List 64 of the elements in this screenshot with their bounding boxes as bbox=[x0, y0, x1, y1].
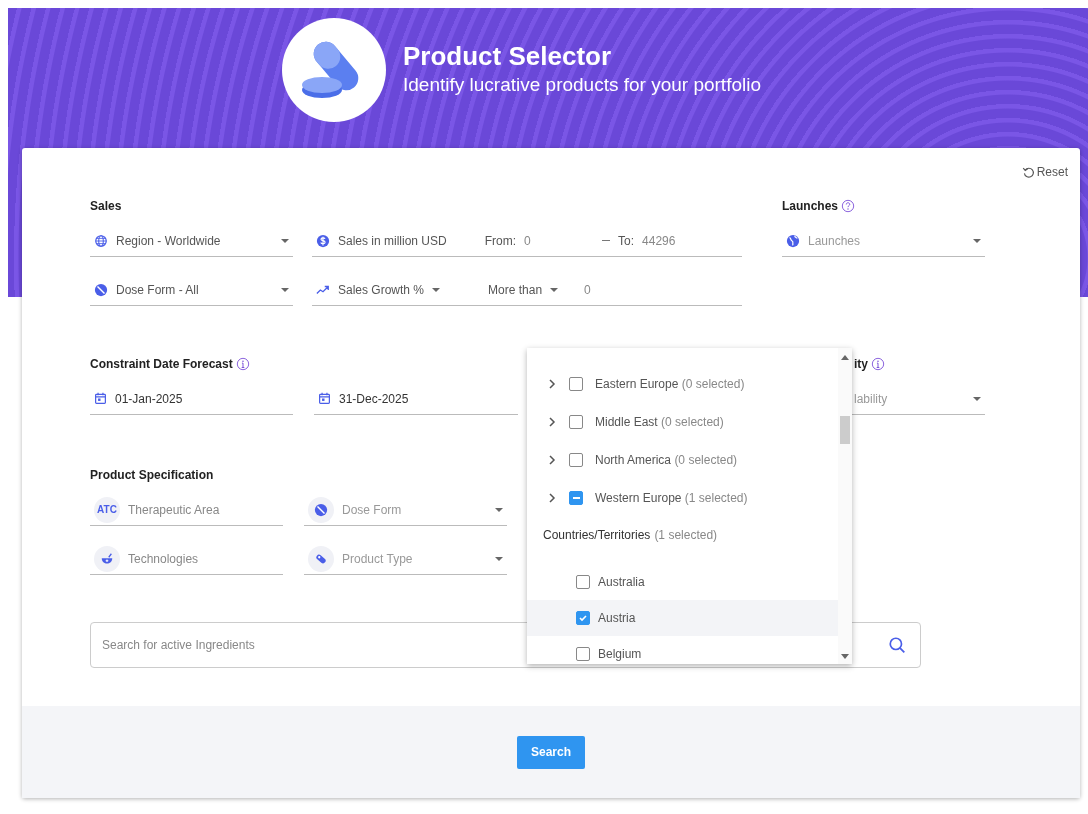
check-mark bbox=[578, 613, 588, 623]
section-label: Launches bbox=[782, 198, 838, 215]
date-input[interactable]: 01-Jan-2025 bbox=[115, 391, 235, 406]
info-icon bbox=[235, 357, 250, 371]
calendar-icon bbox=[318, 392, 331, 405]
range-separator bbox=[602, 240, 611, 241]
section-label: ity bbox=[854, 356, 868, 373]
dose-form-dropdown[interactable]: Dose Form - All bbox=[90, 274, 293, 306]
from-label: From: bbox=[484, 233, 517, 248]
earth-icon bbox=[786, 233, 800, 248]
field-label: Sales in million USD bbox=[338, 233, 447, 248]
growth-metric-dropdown[interactable]: Sales Growth % bbox=[338, 273, 441, 306]
pill-icon bbox=[94, 282, 108, 297]
country-option[interactable]: Austria bbox=[527, 600, 838, 636]
selected-count: (0 selected) bbox=[681, 377, 745, 391]
operator-dropdown[interactable]: More than bbox=[488, 273, 559, 306]
selected-count: (1 selected) bbox=[684, 491, 748, 505]
help-icon bbox=[841, 199, 855, 213]
selected-count: (1 selected) bbox=[654, 527, 718, 542]
atc-badge: ATC bbox=[94, 496, 120, 523]
country-option[interactable]: Belgium bbox=[527, 636, 838, 664]
option-label: Western Europe bbox=[595, 491, 682, 505]
reset-icon bbox=[1021, 165, 1035, 179]
option-label: Belgium bbox=[598, 647, 642, 661]
search-icon bbox=[888, 636, 906, 654]
region-dropdown[interactable]: Region - Worldwide bbox=[90, 225, 293, 257]
app-subtitle: Identify lucrative products for your portfolio bbox=[403, 73, 761, 97]
option-label: North America bbox=[595, 453, 672, 467]
option-label: Middle East bbox=[595, 415, 658, 429]
info-icon bbox=[871, 357, 885, 371]
input-field[interactable]: Technologies bbox=[128, 551, 268, 566]
from-input[interactable]: 0 bbox=[524, 233, 595, 248]
date-input[interactable]: 31-Dec-2025 bbox=[339, 391, 459, 406]
to-input[interactable]: 44296 bbox=[642, 233, 703, 248]
section-label: Product Specification bbox=[90, 467, 214, 484]
pill-icon bbox=[314, 502, 328, 517]
checkbox[interactable] bbox=[569, 453, 583, 467]
selected-count: (0 selected) bbox=[661, 415, 724, 429]
checkbox[interactable] bbox=[576, 575, 590, 589]
region-option[interactable]: North America (0 selected) bbox=[527, 441, 838, 479]
section-label: Constraint Date Forecast bbox=[90, 356, 233, 373]
app-title: Product Selector bbox=[403, 40, 613, 72]
scrollbar[interactable] bbox=[838, 348, 852, 664]
globe-icon bbox=[94, 233, 108, 248]
input-field[interactable]: Therapeutic Area bbox=[128, 502, 268, 517]
bowl-icon bbox=[100, 551, 114, 566]
checkbox[interactable] bbox=[569, 491, 583, 505]
checkbox[interactable] bbox=[569, 377, 583, 391]
reset-button[interactable]: Reset bbox=[1021, 165, 1068, 179]
calendar-icon bbox=[94, 392, 107, 405]
region-option[interactable]: Western Europe (1 selected) bbox=[527, 479, 838, 517]
growth-input[interactable]: 0 bbox=[584, 282, 645, 297]
checkbox[interactable] bbox=[576, 647, 590, 661]
to-label: To: bbox=[618, 233, 635, 248]
checkbox[interactable] bbox=[569, 415, 583, 429]
selected-count: (0 selected) bbox=[674, 453, 738, 467]
section-label: Sales bbox=[90, 198, 122, 215]
option-label: Eastern Europe bbox=[595, 377, 679, 391]
country-option[interactable]: Australia bbox=[527, 564, 838, 600]
option-label: Australia bbox=[598, 575, 645, 589]
group-heading: Countries/Territories bbox=[543, 527, 651, 542]
dollar-icon bbox=[316, 233, 330, 248]
checkbox[interactable] bbox=[576, 611, 590, 625]
option-label: Austria bbox=[598, 611, 636, 625]
